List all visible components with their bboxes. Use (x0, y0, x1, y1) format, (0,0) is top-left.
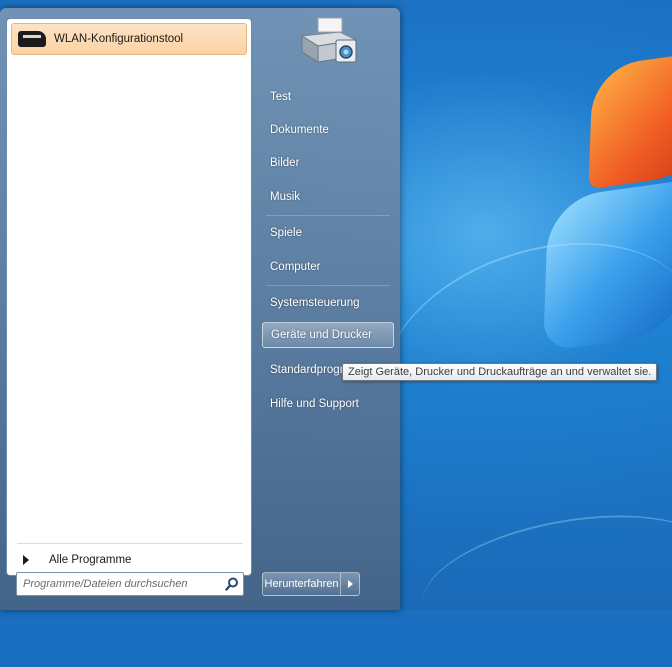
programs-pane: WLAN-Konfigurationstool Alle Programme (6, 18, 252, 576)
menu-item-pictures[interactable]: Bilder (262, 150, 394, 176)
triangle-right-icon (23, 555, 29, 565)
search-box (16, 572, 244, 596)
divider (266, 285, 390, 286)
search-icon[interactable] (221, 573, 243, 595)
menu-item-documents[interactable]: Dokumente (262, 117, 394, 143)
all-programs-button[interactable]: Alle Programme (15, 549, 243, 571)
shutdown-button[interactable]: Herunterfahren (263, 573, 341, 595)
menu-item-music[interactable]: Musik (262, 184, 394, 210)
chevron-right-icon (347, 580, 353, 588)
shutdown-control: Herunterfahren (262, 572, 360, 596)
wlan-tool-icon (18, 31, 46, 47)
wallpaper-swoosh (356, 205, 672, 497)
menu-item-test[interactable]: Test (262, 84, 394, 110)
menu-item-computer[interactable]: Computer (262, 254, 394, 280)
menu-item-control-panel[interactable]: Systemsteuerung (262, 290, 394, 316)
pinned-program-label: WLAN-Konfigurationstool (54, 33, 184, 45)
menu-item-games[interactable]: Spiele (262, 220, 394, 246)
pinned-program-wlan-tool[interactable]: WLAN-Konfigurationstool (11, 23, 247, 55)
menu-item-help-and-support[interactable]: Hilfe und Support (262, 391, 394, 417)
windows-logo-red-pane (588, 50, 672, 190)
tooltip: Zeigt Geräte, Drucker und Druckaufträge … (342, 363, 658, 381)
shutdown-options-button[interactable] (341, 573, 359, 595)
devices-and-printers-icon (300, 17, 358, 63)
search-input[interactable] (17, 577, 221, 591)
all-programs-label: Alle Programme (49, 554, 132, 566)
menu-item-devices-and-printers[interactable]: Geräte und Drucker (262, 322, 394, 348)
divider (266, 215, 390, 216)
wallpaper-swoosh (411, 494, 672, 667)
divider (17, 543, 243, 544)
